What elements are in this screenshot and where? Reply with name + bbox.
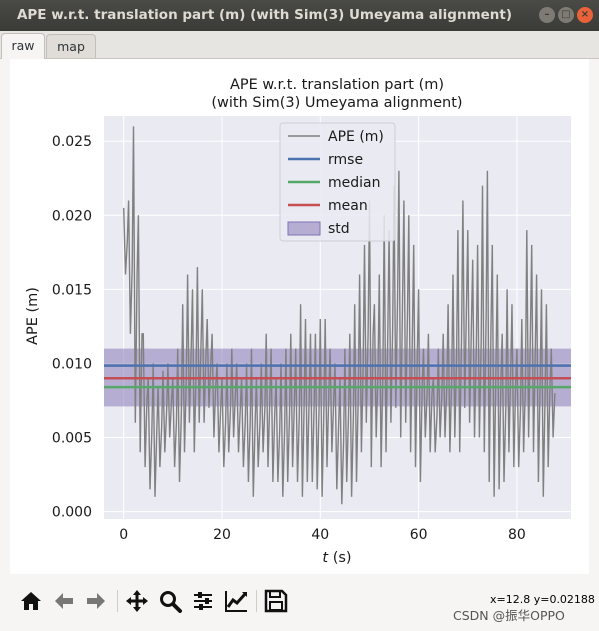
x-tick-label: 60 [410,527,428,543]
x-axis-label-unit: (s) [328,550,351,566]
zoom-icon [160,591,182,613]
x-tick-label: 20 [213,527,231,543]
minimize-button[interactable]: – [539,7,555,23]
legend: APE (m) rmse median mean std [279,122,396,242]
save-icon [264,589,288,613]
home-icon [21,592,41,610]
chart-title-line-2: (with Sim(3) Umeyama alignment) [211,95,462,111]
legend-label: std [328,221,350,237]
forward-button[interactable] [83,588,109,614]
toolbar-separator [256,590,257,612]
zoom-button[interactable] [157,588,183,614]
y-axis-label: APE (m) [25,287,41,345]
x-tick-label: 80 [508,527,526,543]
maximize-icon: □ [561,9,571,20]
x-axis-label: t (s) [322,550,351,566]
legend-label: rmse [328,152,363,168]
y-tick-label: 0.000 [52,505,92,521]
y-tick-label: 0.025 [52,134,92,150]
minimize-icon: – [544,9,550,20]
configure-subplots-button[interactable] [190,588,216,614]
y-tick-label: 0.020 [52,208,92,224]
configure-subplots-icon [194,592,212,610]
tab-bar: raw map [0,31,599,59]
y-tick-label: 0.015 [52,282,92,298]
figure-canvas[interactable]: 0 20 40 60 80 0.000 0.005 0.010 0.015 0.020 0.025 A… [10,59,589,574]
close-button[interactable]: × [577,7,593,23]
maximize-button[interactable]: □ [558,7,574,23]
chart-title-line-1: APE w.r.t. translation part (m) [230,77,444,93]
home-button[interactable] [18,588,44,614]
edit-axis-icon [225,591,247,612]
y-tick-label: 0.010 [52,356,92,372]
legend-std-swatch [287,221,321,236]
window-titlebar: APE w.r.t. translation part (m) (with Si… [0,0,599,31]
back-icon [55,593,73,609]
tab-raw[interactable]: raw [1,33,45,59]
x-tick-label: 0 [119,527,128,543]
x-tick-label: 40 [311,527,329,543]
legend-label: mean [328,198,368,214]
forward-icon [87,593,105,609]
pan-icon [126,590,148,612]
y-tick-label: 0.005 [52,431,92,447]
pan-button[interactable] [124,588,150,614]
window-title: APE w.r.t. translation part (m) (with Si… [16,7,513,23]
tab-map[interactable]: map [46,34,96,58]
save-button[interactable] [263,588,289,614]
watermark: CSDN @振华OPPO [453,608,565,623]
legend-label: APE (m) [328,129,384,145]
back-button[interactable] [51,588,77,614]
legend-label: median [328,175,380,191]
ape-chart: 0 20 40 60 80 0.000 0.005 0.010 0.015 0.020 0.025 A… [25,77,571,566]
close-icon: × [580,9,590,20]
toolbar-separator [117,590,118,612]
edit-axis-button[interactable] [223,588,249,614]
